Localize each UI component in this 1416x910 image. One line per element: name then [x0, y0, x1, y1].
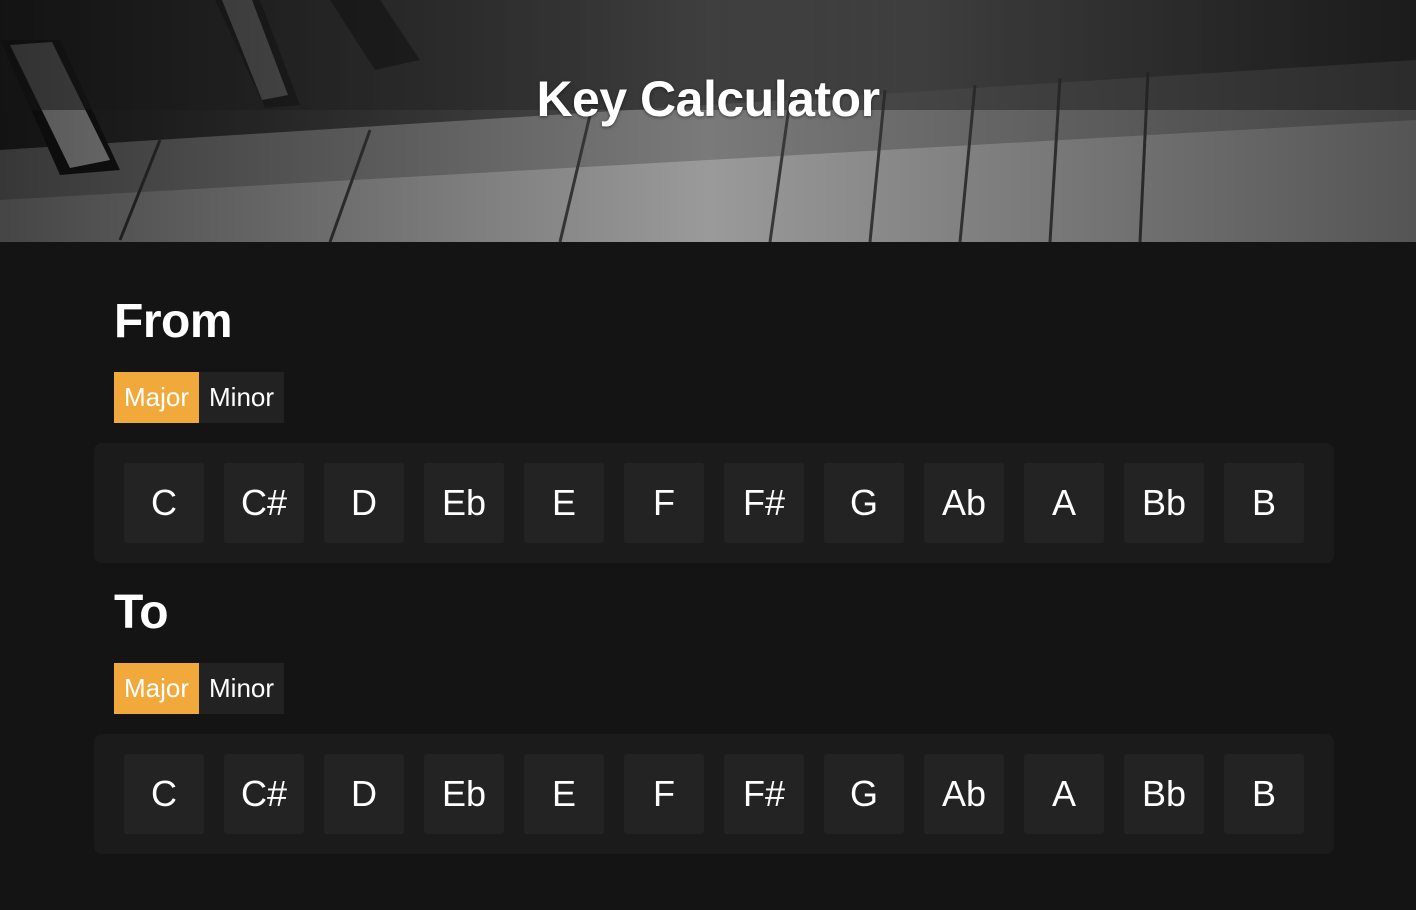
from-key-d[interactable]: D [324, 463, 404, 543]
from-key-f-sharp[interactable]: F# [724, 463, 804, 543]
from-mode-toggle: Major Minor [114, 372, 285, 423]
to-key-b[interactable]: B [1224, 754, 1304, 834]
hero-banner: Key Calculator [0, 0, 1416, 242]
to-key-e-flat[interactable]: Eb [424, 754, 504, 834]
to-key-d[interactable]: D [324, 754, 404, 834]
to-key-c[interactable]: C [124, 754, 204, 834]
from-key-a[interactable]: A [1024, 463, 1104, 543]
from-key-c[interactable]: C [124, 463, 204, 543]
to-major-button[interactable]: Major [114, 663, 200, 714]
from-key-b-flat[interactable]: Bb [1124, 463, 1204, 543]
from-key-c-sharp[interactable]: C# [224, 463, 304, 543]
from-key-e-flat[interactable]: Eb [424, 463, 504, 543]
to-section-title: To [114, 586, 169, 639]
from-section-title: From [114, 295, 233, 348]
from-key-a-flat[interactable]: Ab [924, 463, 1004, 543]
to-key-f-sharp[interactable]: F# [724, 754, 804, 834]
to-key-a[interactable]: A [1024, 754, 1104, 834]
to-key-g[interactable]: G [824, 754, 904, 834]
from-key-e[interactable]: E [524, 463, 604, 543]
from-key-g[interactable]: G [824, 463, 904, 543]
from-key-panel: C C# D Eb E F F# G Ab A Bb B [94, 443, 1334, 563]
from-minor-button[interactable]: Minor [199, 372, 285, 423]
to-key-b-flat[interactable]: Bb [1124, 754, 1204, 834]
to-key-c-sharp[interactable]: C# [224, 754, 304, 834]
to-key-f[interactable]: F [624, 754, 704, 834]
to-key-e[interactable]: E [524, 754, 604, 834]
to-minor-button[interactable]: Minor [199, 663, 285, 714]
to-key-panel: C C# D Eb E F F# G Ab A Bb B [94, 734, 1334, 854]
to-mode-toggle: Major Minor [114, 663, 285, 714]
to-key-a-flat[interactable]: Ab [924, 754, 1004, 834]
from-key-f[interactable]: F [624, 463, 704, 543]
page-title: Key Calculator [536, 71, 880, 127]
from-key-b[interactable]: B [1224, 463, 1304, 543]
from-major-button[interactable]: Major [114, 372, 200, 423]
